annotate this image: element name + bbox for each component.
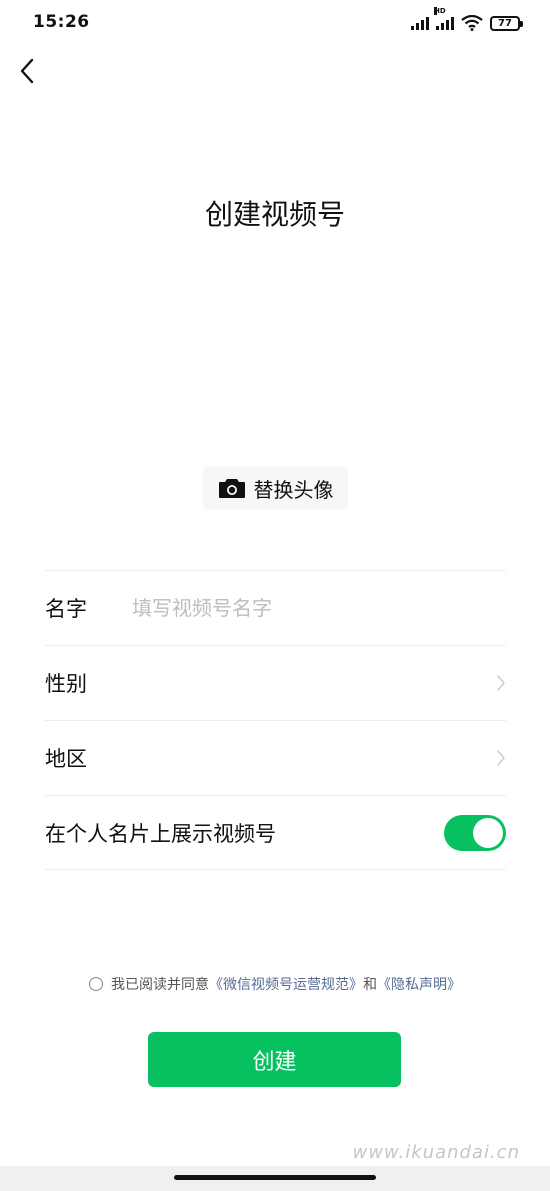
hd-label: HD [434, 7, 446, 15]
hd-signal-icon: HD [434, 7, 454, 30]
camera-icon [218, 479, 245, 498]
status-time: 15:26 [33, 12, 90, 32]
profile-form: 名字 性别 地区 在个人名片上展示视频号 [45, 570, 506, 870]
replace-avatar-button[interactable]: 替换头像 [203, 466, 348, 510]
watermark: www.ikuandai.cn [352, 1142, 520, 1163]
operation-rules-link[interactable]: 《微信视频号运营规范》 [209, 974, 363, 994]
agreement-connector: 和 [363, 977, 377, 993]
wifi-icon [461, 15, 483, 31]
status-bar: 15:26 HD 77 [0, 0, 550, 46]
page-title: 创建视频号 [204, 198, 345, 231]
name-label: 名字 [45, 597, 87, 621]
back-arrow-icon[interactable] [14, 56, 44, 86]
replace-avatar-label: 替换头像 [253, 477, 334, 502]
gender-label: 性别 [45, 672, 87, 696]
agreement: 我已阅读并同意 《微信视频号运营规范》 和 《隐私声明》 [0, 974, 550, 994]
battery-icon: 77 [490, 15, 523, 31]
show-on-card-row: 在个人名片上展示视频号 [45, 795, 506, 870]
region-label: 地区 [45, 747, 87, 771]
agreement-prefix: 我已阅读并同意 [111, 977, 209, 993]
home-indicator[interactable] [174, 1175, 376, 1180]
signal-icon [411, 16, 429, 30]
show-on-card-toggle[interactable] [444, 815, 506, 851]
show-on-card-label: 在个人名片上展示视频号 [45, 821, 276, 846]
chevron-right-icon [497, 750, 505, 766]
battery-level: 77 [498, 17, 512, 29]
toggle-knob [473, 818, 503, 848]
region-row[interactable]: 地区 [45, 720, 506, 795]
status-icons: HD 77 [411, 7, 523, 34]
agreement-radio[interactable] [89, 977, 103, 991]
name-row: 名字 [45, 570, 506, 645]
name-input[interactable] [132, 589, 492, 627]
gender-row[interactable]: 性别 [45, 645, 506, 720]
create-button[interactable]: 创建 [148, 1032, 401, 1087]
privacy-statement-link[interactable]: 《隐私声明》 [377, 974, 461, 994]
chevron-right-icon [497, 675, 505, 691]
